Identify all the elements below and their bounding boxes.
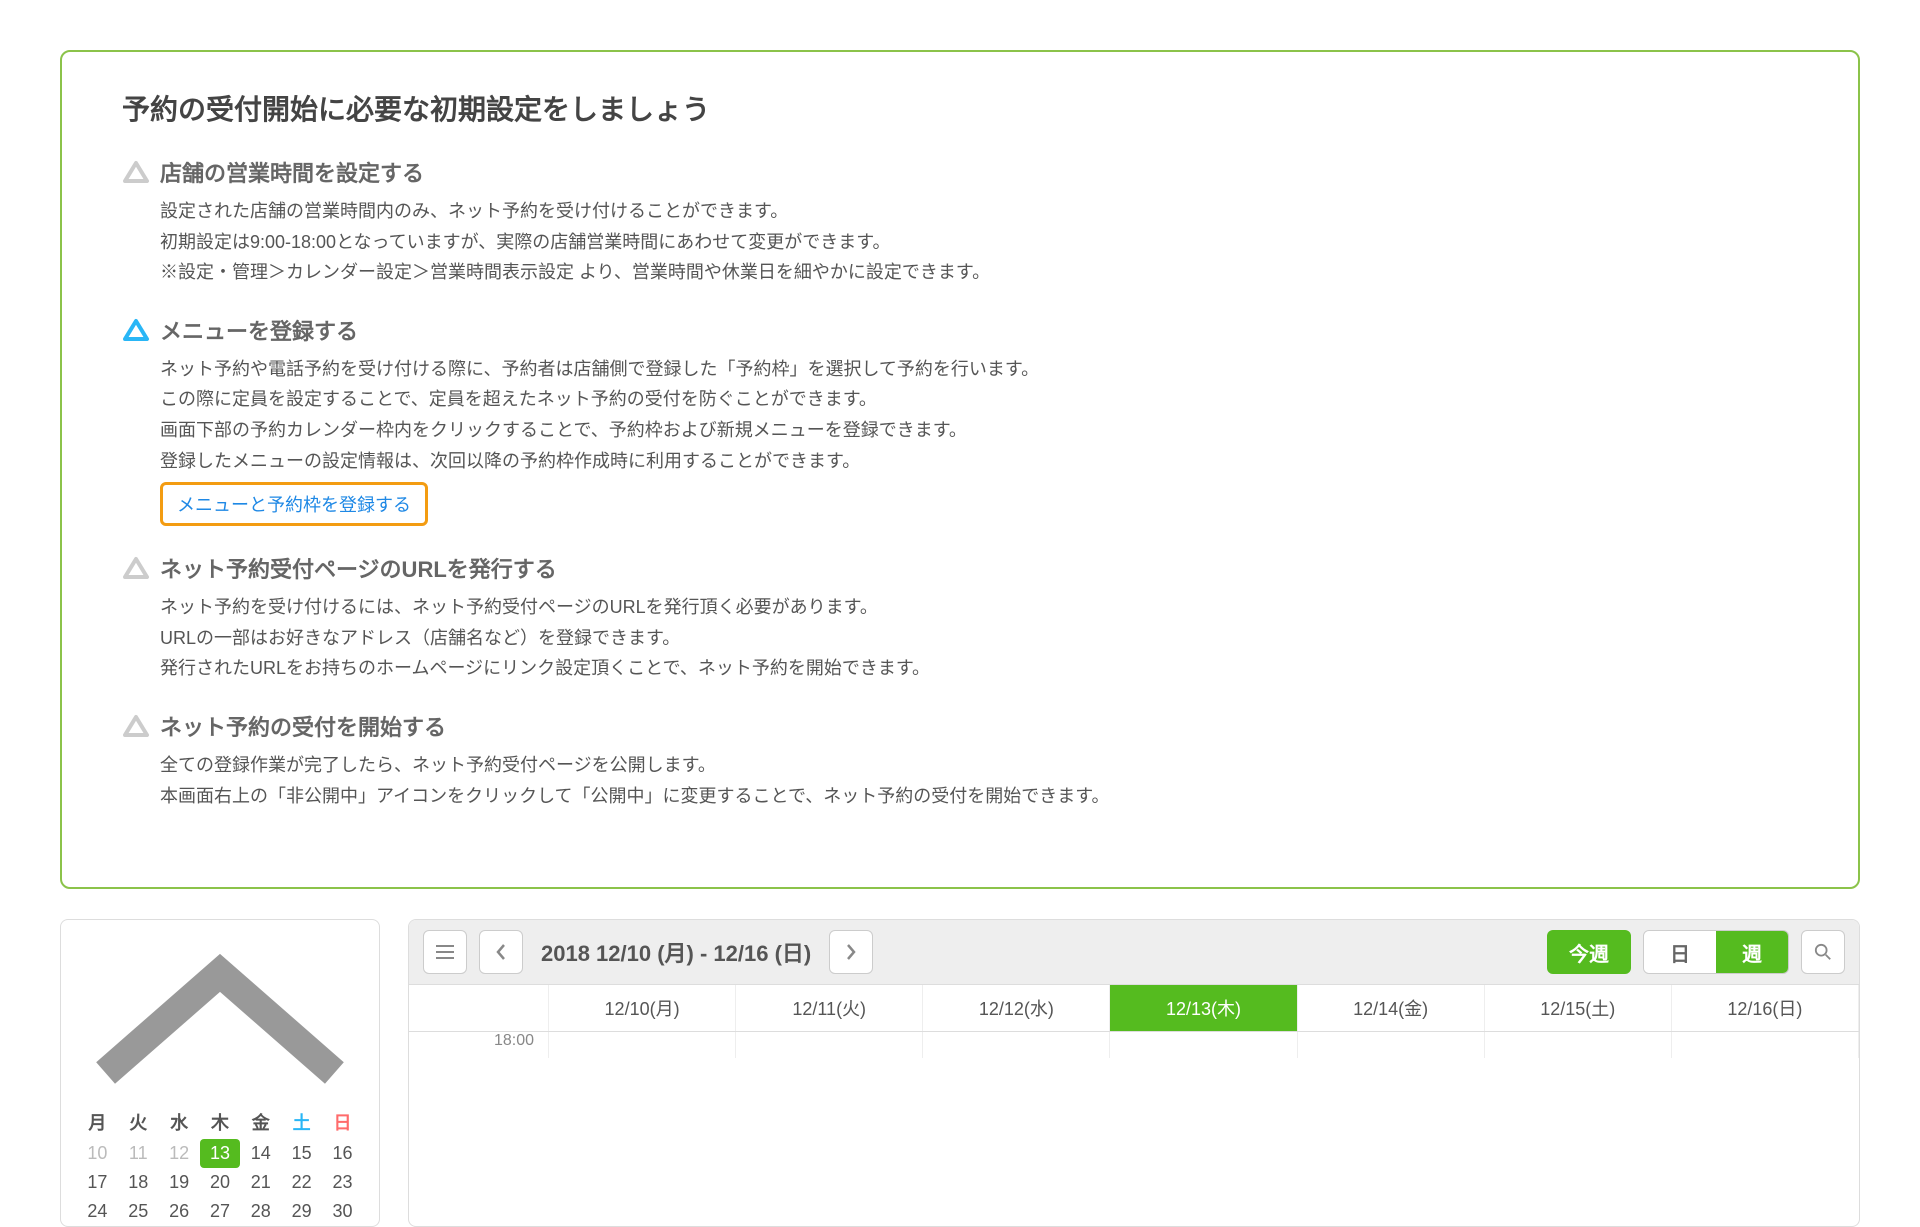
mini-calendar[interactable]: 月火水木金土日 10111213141516 17181920212223 2425… [60,919,380,1227]
mini-cal-day[interactable]: 20 [200,1168,241,1197]
date-range-label: 2018 12/10 (月) - 12/16 (日) [541,936,811,968]
mini-cal-dow: 月 [77,1105,118,1139]
view-day-button[interactable]: 日 [1644,931,1716,973]
menu-button[interactable] [423,930,467,974]
setup-step: ネット予約受付ページのURLを発行するネット予約を受け付けるには、ネット予約受付… [122,552,1798,684]
schedule-day-header[interactable]: 12/13(木) [1110,985,1297,1031]
mini-cal-day[interactable]: 10 [77,1139,118,1168]
schedule-day-header[interactable]: 12/10(月) [549,985,736,1031]
mini-cal-day[interactable]: 30 [322,1197,363,1226]
triangle-active-icon [122,318,150,342]
mini-cal-day[interactable]: 16 [322,1139,363,1168]
register-menu-link[interactable]: メニューと予約枠を登録する [177,495,411,515]
mini-cal-day[interactable]: 29 [281,1197,322,1226]
setup-step: 店舗の営業時間を設定する設定された店舗の営業時間内のみ、ネット予約を受け付けるこ… [122,156,1798,288]
mini-cal-prev[interactable] [77,930,363,1105]
time-label: 18:00 [409,1032,549,1058]
triangle-icon [122,556,150,580]
highlight-box: メニューと予約枠を登録する [160,482,428,526]
triangle-icon [122,714,150,738]
mini-cal-dow: 金 [240,1105,281,1139]
mini-cal-day[interactable]: 18 [118,1168,159,1197]
setup-step: ネット予約の受付を開始する全ての登録作業が完了したら、ネット予約受付ページを公開… [122,710,1798,811]
mini-cal-day[interactable]: 14 [240,1139,281,1168]
step-heading: ネット予約受付ページのURLを発行する [160,552,1798,584]
step-heading: メニューを登録する [160,314,1798,346]
mini-cal-day[interactable]: 13 [200,1139,241,1168]
mini-cal-day[interactable]: 25 [118,1197,159,1226]
schedule-day-header[interactable]: 12/12(水) [923,985,1110,1031]
mini-cal-day[interactable]: 23 [322,1168,363,1197]
next-week-button[interactable] [829,930,873,974]
schedule-body[interactable]: 18:00 [409,1032,1859,1058]
mini-cal-day[interactable]: 26 [159,1197,200,1226]
mini-cal-day[interactable]: 11 [118,1139,159,1168]
mini-cal-dow: 火 [118,1105,159,1139]
view-week-button[interactable]: 週 [1716,931,1788,973]
step-heading: ネット予約の受付を開始する [160,710,1798,742]
mini-cal-dow: 日 [322,1105,363,1139]
setup-title: 予約の受付開始に必要な初期設定をしましょう [122,88,1798,128]
prev-week-button[interactable] [479,930,523,974]
triangle-icon [122,160,150,184]
mini-cal-dow: 土 [281,1105,322,1139]
mini-cal-day[interactable]: 15 [281,1139,322,1168]
mini-cal-day[interactable]: 24 [77,1197,118,1226]
this-week-button[interactable]: 今週 [1547,930,1631,974]
schedule-day-header[interactable]: 12/11(火) [736,985,923,1031]
mini-cal-dow: 木 [200,1105,241,1139]
schedule-day-header[interactable]: 12/14(金) [1298,985,1485,1031]
schedule-header-row: 12/10(月)12/11(火)12/12(水)12/13(木)12/14(金)… [409,985,1859,1032]
mini-cal-day[interactable]: 19 [159,1168,200,1197]
schedule-panel: 2018 12/10 (月) - 12/16 (日) 今週 日 週 12/10(… [408,919,1860,1227]
schedule-day-header[interactable]: 12/16(日) [1672,985,1859,1031]
search-button[interactable] [1801,930,1845,974]
mini-cal-day[interactable]: 17 [77,1168,118,1197]
step-description: 全ての登録作業が完了したら、ネット予約受付ページを公開します。本画面右上の「非公… [160,750,1798,811]
step-heading: 店舗の営業時間を設定する [160,156,1798,188]
setup-panel: 予約の受付開始に必要な初期設定をしましょう 店舗の営業時間を設定する設定された店… [60,50,1860,889]
mini-cal-day[interactable]: 12 [159,1139,200,1168]
view-toggle: 日 週 [1643,930,1789,974]
schedule-toolbar: 2018 12/10 (月) - 12/16 (日) 今週 日 週 [409,920,1859,985]
setup-step: メニューを登録するネット予約や電話予約を受け付ける際に、予約者は店舗側で登録した… [122,314,1798,526]
mini-cal-day[interactable]: 21 [240,1168,281,1197]
mini-cal-day[interactable]: 27 [200,1197,241,1226]
step-description: 設定された店舗の営業時間内のみ、ネット予約を受け付けることができます。初期設定は… [160,196,1798,288]
step-description: ネット予約を受け付けるには、ネット予約受付ページのURLを発行頂く必要があります… [160,592,1798,684]
mini-cal-day[interactable]: 28 [240,1197,281,1226]
schedule-day-header[interactable]: 12/15(土) [1485,985,1672,1031]
mini-cal-dow: 水 [159,1105,200,1139]
step-description: ネット予約や電話予約を受け付ける際に、予約者は店舗側で登録した「予約枠」を選択し… [160,354,1798,476]
mini-cal-day[interactable]: 22 [281,1168,322,1197]
